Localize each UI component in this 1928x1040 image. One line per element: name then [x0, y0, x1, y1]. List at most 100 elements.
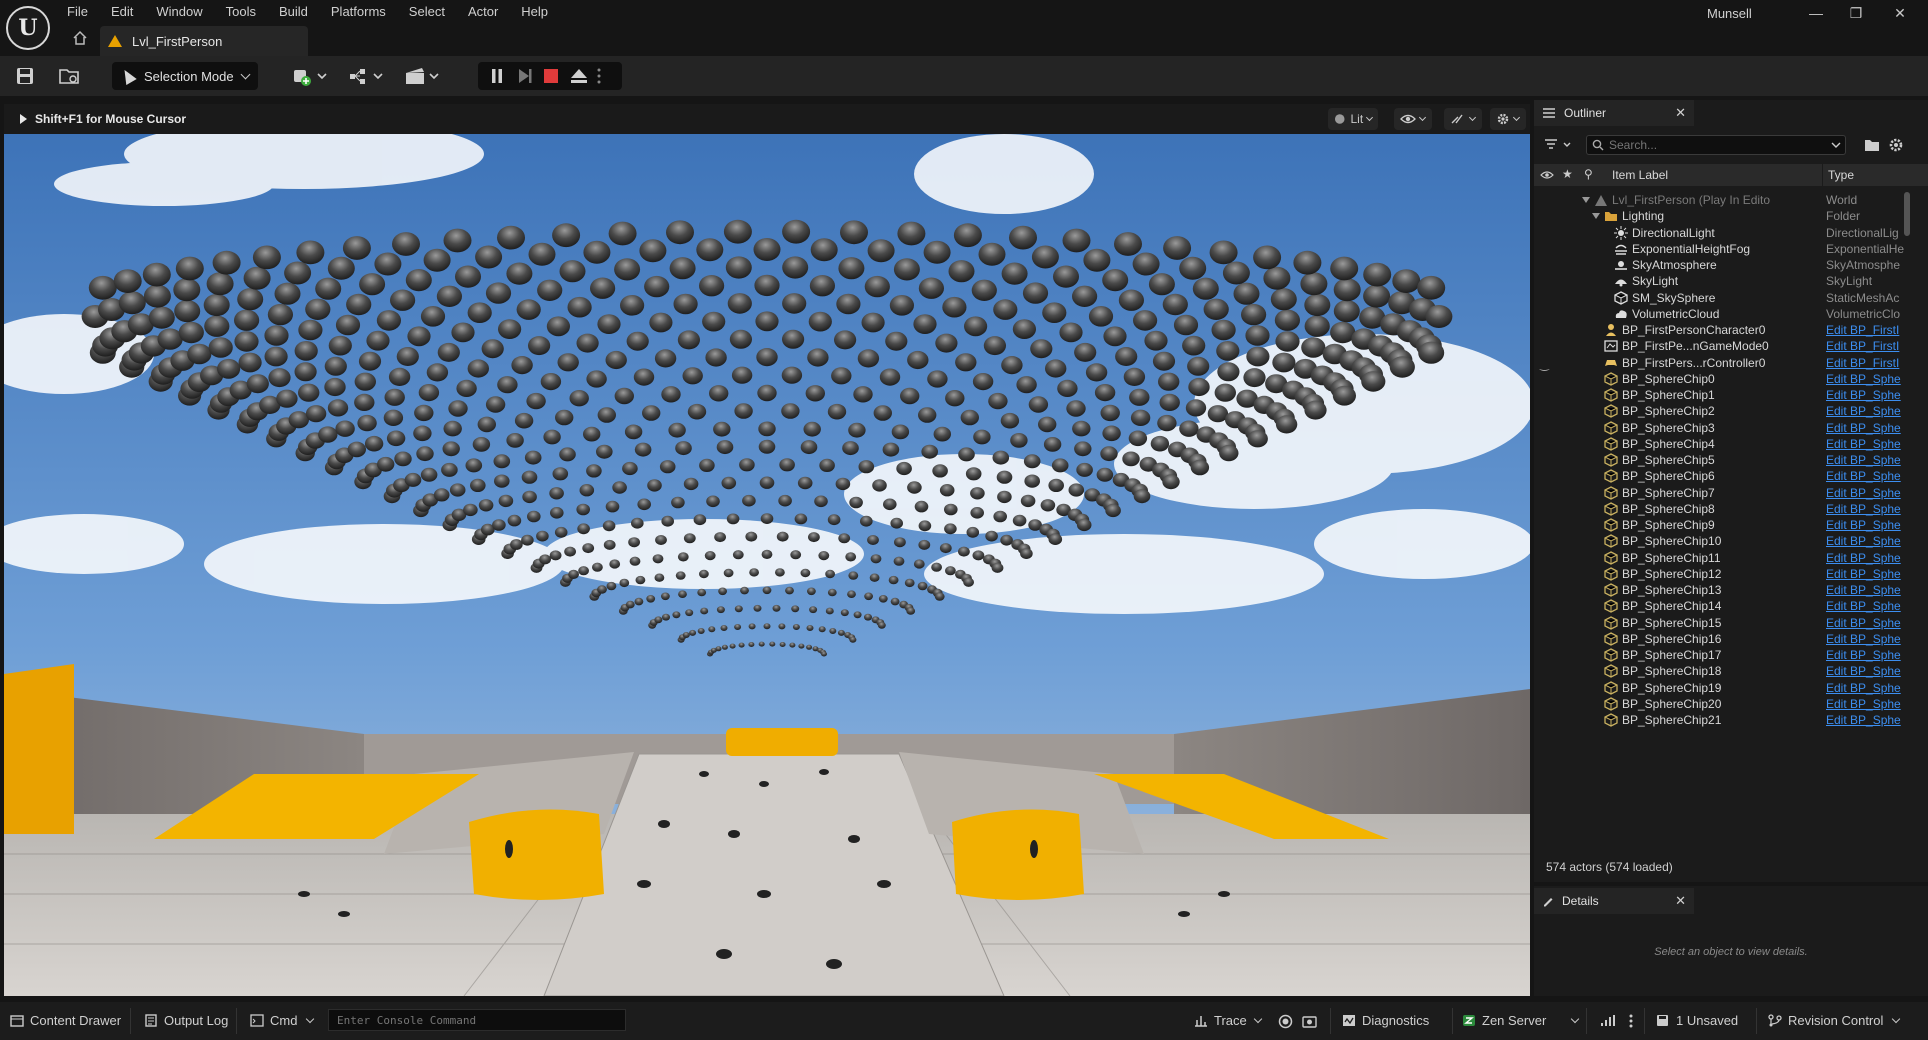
console-command-input[interactable]: [328, 1009, 626, 1031]
sphere-chip: [647, 479, 662, 492]
sphere-chip: [894, 537, 906, 548]
sphere-chip: [870, 554, 882, 564]
sphere-chip: [1103, 326, 1127, 347]
pin-icon[interactable]: ⚲: [1584, 167, 1593, 181]
menu-window[interactable]: Window: [151, 2, 214, 22]
sphere-chip: [1301, 337, 1326, 358]
blueprint-menu-icon[interactable]: [348, 66, 386, 86]
menu-tools[interactable]: Tools: [221, 2, 268, 22]
sphere-chip: [143, 284, 171, 308]
close-window-button[interactable]: ✕: [1880, 2, 1920, 24]
close-icon[interactable]: ✕: [1675, 893, 1686, 909]
outliner-panel: Outliner ✕ ★ ⚲ Item Label Type Lvl_First…: [1534, 100, 1928, 882]
blueprint-icon: [1604, 388, 1618, 402]
menu-platforms[interactable]: Platforms: [326, 2, 398, 22]
sphere-chip: [778, 494, 792, 507]
visibility-eye-icon[interactable]: [1540, 170, 1554, 180]
sphere-chip: [549, 550, 562, 561]
yellow-top-block: [726, 728, 838, 756]
menu-select[interactable]: Select: [404, 2, 457, 22]
show-flags-dropdown[interactable]: [1394, 108, 1432, 130]
play-options-icon[interactable]: [594, 66, 604, 86]
sphere-chip: [836, 293, 861, 315]
record-icon[interactable]: [1278, 1014, 1293, 1029]
content-drawer-button[interactable]: Content Drawer: [10, 1013, 121, 1028]
browse-level-icon[interactable]: [58, 66, 80, 86]
menu-actor[interactable]: Actor: [463, 2, 510, 22]
unsaved-button[interactable]: 1 Unsaved: [1656, 1013, 1738, 1028]
stop-icon[interactable]: [540, 66, 562, 86]
outliner-scrollbar[interactable]: [1904, 192, 1910, 236]
close-icon[interactable]: ✕: [1675, 105, 1686, 121]
outliner-search-input[interactable]: [1586, 135, 1846, 155]
sphere-chip: [742, 494, 756, 507]
sphere-chip: [800, 440, 818, 455]
unreal-logo-icon[interactable]: U: [6, 6, 50, 50]
sphere-chip: [704, 551, 716, 561]
tab-outliner[interactable]: Outliner ✕: [1534, 100, 1694, 126]
sphere-chip: [1022, 282, 1049, 304]
step-frame-icon[interactable]: [514, 66, 536, 86]
column-item-label[interactable]: Item Label: [1612, 168, 1668, 182]
menu-edit[interactable]: Edit: [106, 2, 145, 22]
outliner-row[interactable]: BP_SphereChip21 Edit BP_Sphe: [1534, 710, 1920, 730]
view-mode-dropdown[interactable]: Lit: [1328, 108, 1378, 130]
minimize-button[interactable]: —: [1796, 2, 1836, 24]
sphere-chip: [328, 335, 352, 356]
sphere-chip: [861, 312, 885, 333]
viewport-settings-dropdown[interactable]: [1490, 108, 1526, 130]
network-icon[interactable]: [1600, 1014, 1616, 1028]
blueprint-icon: [1604, 599, 1618, 613]
zen-server-dropdown[interactable]: Zen Server: [1462, 1013, 1580, 1028]
sphere-chip: [877, 621, 886, 629]
screenshot-icon[interactable]: [1302, 1014, 1317, 1029]
sphere-chip: [605, 350, 627, 370]
sphere-chip: [392, 232, 420, 256]
sphere-chip: [644, 275, 670, 298]
sphere-chip: [867, 535, 879, 545]
column-type[interactable]: Type: [1828, 168, 1854, 182]
level-viewport[interactable]: [4, 134, 1530, 996]
sphere-chip: [749, 568, 759, 577]
pause-icon[interactable]: [486, 66, 508, 86]
tab-details[interactable]: Details ✕: [1534, 888, 1694, 914]
filter-icon[interactable]: [1544, 138, 1574, 152]
menu-file[interactable]: File: [62, 2, 100, 22]
level-tab[interactable]: Lvl_FirstPerson: [100, 26, 308, 56]
add-actor-icon[interactable]: [292, 66, 330, 86]
output-log-button[interactable]: Output Log: [144, 1013, 228, 1028]
blueprint-icon: [1604, 615, 1618, 630]
expand-arrow-icon[interactable]: [1582, 197, 1590, 203]
more-options-icon[interactable]: [1628, 1013, 1634, 1029]
sphere-chip: [1211, 319, 1236, 341]
status-bar: Content Drawer Output Log Cmd Trace Diag…: [0, 1002, 1928, 1040]
favorite-star-icon[interactable]: ★: [1562, 167, 1573, 181]
maximize-button[interactable]: ❐: [1836, 2, 1876, 24]
sphere-chip: [806, 625, 814, 631]
sphere-chip: [521, 470, 538, 484]
menu-build[interactable]: Build: [274, 2, 320, 22]
performance-dropdown[interactable]: [1444, 108, 1482, 130]
selection-mode-dropdown[interactable]: Selection Mode: [112, 62, 258, 90]
home-icon[interactable]: [72, 30, 88, 46]
diagnostics-button[interactable]: Diagnostics: [1342, 1013, 1429, 1028]
menu-help[interactable]: Help: [516, 2, 560, 22]
save-icon[interactable]: [14, 66, 36, 86]
details-empty-message: Select an object to view details.: [1654, 946, 1808, 958]
cinematics-icon[interactable]: [404, 66, 442, 86]
revision-control-dropdown[interactable]: Revision Control: [1768, 1013, 1901, 1028]
expand-arrow-icon[interactable]: [1592, 213, 1600, 220]
add-folder-icon[interactable]: [1864, 138, 1880, 152]
trace-dropdown[interactable]: Trace: [1194, 1013, 1262, 1028]
chevron-down-icon[interactable]: [1831, 142, 1841, 150]
sphere-chip: [1179, 256, 1207, 280]
sphere-chip: [494, 474, 510, 488]
cmd-dropdown[interactable]: Cmd: [250, 1013, 315, 1028]
edit-blueprint-link[interactable]: Edit BP_Sphe: [1826, 710, 1916, 730]
sphere-chip: [818, 551, 830, 561]
sphere-chip: [778, 623, 786, 630]
gear-icon[interactable]: [1888, 137, 1904, 153]
eject-icon[interactable]: [568, 66, 590, 86]
sphere-chip: [818, 626, 826, 633]
sphere-chip: [448, 400, 468, 417]
